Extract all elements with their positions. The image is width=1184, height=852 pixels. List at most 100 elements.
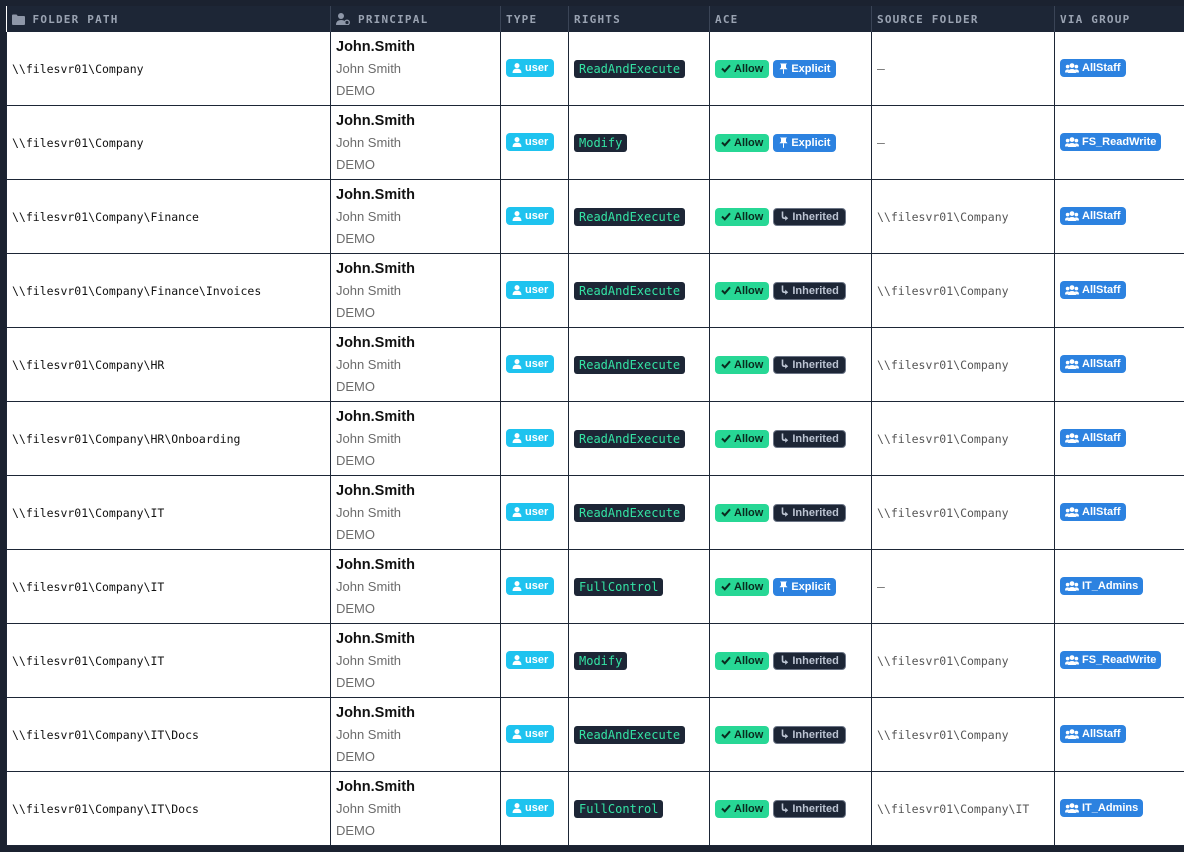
column-header-principal[interactable]: PRINCIPAL — [330, 6, 501, 32]
principal-login[interactable]: John.Smith — [336, 36, 500, 58]
group-badge[interactable]: AllStaff — [1060, 725, 1126, 744]
allow-badge: Allow — [715, 799, 770, 818]
group-label: AllStaff — [1082, 506, 1121, 519]
column-header-rights[interactable]: RIGHTS — [568, 6, 710, 32]
user-icon — [512, 285, 522, 296]
principal-domain: DEMO — [336, 600, 375, 616]
table-row[interactable]: \\filesvr01\Company\IT\Docs John.Smith J… — [6, 771, 1184, 846]
principal-cell: John.Smith John Smith DEMO — [330, 401, 501, 476]
group-badge[interactable]: AllStaff — [1060, 355, 1126, 374]
table-row[interactable]: \\filesvr01\Company\HR John.Smith John S… — [6, 327, 1184, 402]
type-cell: user — [500, 697, 569, 772]
principal-domain: DEMO — [336, 156, 375, 172]
folder-path[interactable]: \\filesvr01\Company\Finance\Invoices — [12, 284, 261, 298]
inheritance-label: Inherited — [792, 802, 839, 815]
table-row[interactable]: \\filesvr01\Company\HR\Onboarding John.S… — [6, 401, 1184, 476]
principal-login[interactable]: John.Smith — [336, 776, 500, 798]
folder-path-cell: \\filesvr01\Company — [6, 32, 331, 106]
inheritance-badge: Inherited — [773, 503, 846, 522]
group-badge[interactable]: AllStaff — [1060, 503, 1126, 522]
group-badge[interactable]: AllStaff — [1060, 429, 1126, 448]
inheritance-badge: Inherited — [773, 207, 846, 226]
group-badge[interactable]: AllStaff — [1060, 281, 1126, 300]
folder-path[interactable]: \\filesvr01\Company\Finance — [12, 210, 199, 224]
folder-path[interactable]: \\filesvr01\Company\IT\Docs — [12, 728, 199, 742]
group-badge[interactable]: FS_ReadWrite — [1060, 133, 1162, 152]
folder-path-cell: \\filesvr01\Company\IT\Docs — [6, 771, 331, 846]
user-icon — [512, 581, 522, 592]
principal-login[interactable]: John.Smith — [336, 332, 500, 354]
principal-login[interactable]: John.Smith — [336, 406, 500, 428]
type-label: user — [525, 136, 549, 149]
type-badge: user — [506, 651, 555, 670]
column-header-type[interactable]: TYPE — [500, 6, 569, 32]
folder-path[interactable]: \\filesvr01\Company — [12, 136, 144, 150]
check-icon — [721, 508, 731, 517]
folder-path[interactable]: \\filesvr01\Company\HR — [12, 358, 164, 372]
type-cell: user — [500, 32, 569, 106]
column-header-via-group[interactable]: VIA GROUP — [1054, 6, 1184, 32]
table-row[interactable]: \\filesvr01\Company\IT\Docs John.Smith J… — [6, 697, 1184, 772]
column-header-folder-path[interactable]: FOLDER PATH — [6, 6, 331, 32]
principal-login[interactable]: John.Smith — [336, 184, 500, 206]
table-row[interactable]: \\filesvr01\Company\IT John.Smith John S… — [6, 475, 1184, 550]
ace-cell: Allow Inherited — [709, 253, 872, 328]
inherit-arrow-icon — [780, 803, 789, 814]
principal-domain: DEMO — [336, 822, 375, 838]
principal-login[interactable]: John.Smith — [336, 480, 500, 502]
allow-label: Allow — [734, 432, 764, 445]
column-header-source-folder[interactable]: SOURCE FOLDER — [871, 6, 1055, 32]
column-label: VIA GROUP — [1060, 12, 1131, 26]
table-row[interactable]: \\filesvr01\Company\IT John.Smith John S… — [6, 549, 1184, 624]
group-label: FS_ReadWrite — [1082, 136, 1157, 149]
principal-login[interactable]: John.Smith — [336, 702, 500, 724]
group-badge[interactable]: FS_ReadWrite — [1060, 651, 1162, 670]
principal-login[interactable]: John.Smith — [336, 554, 500, 576]
inherit-arrow-icon — [780, 211, 789, 222]
users-icon — [1065, 137, 1079, 148]
check-icon — [721, 656, 731, 665]
column-header-ace[interactable]: ACE — [709, 6, 872, 32]
folder-path[interactable]: \\filesvr01\Company\IT\Docs — [12, 802, 199, 816]
folder-path[interactable]: \\filesvr01\Company\IT — [12, 506, 164, 520]
allow-badge: Allow — [715, 207, 770, 226]
rights-badge: Modify — [574, 133, 628, 152]
users-icon — [1065, 359, 1079, 370]
source-folder-cell: \\filesvr01\Company — [871, 179, 1055, 254]
allow-label: Allow — [734, 284, 764, 297]
type-badge: user — [506, 429, 555, 448]
folder-path[interactable]: \\filesvr01\Company\IT — [12, 654, 164, 668]
principal-domain: DEMO — [336, 304, 375, 320]
table-row[interactable]: \\filesvr01\Company\Finance\Invoices Joh… — [6, 253, 1184, 328]
folder-path[interactable]: \\filesvr01\Company — [12, 62, 144, 76]
table-row[interactable]: \\filesvr01\Company John.Smith John Smit… — [6, 32, 1184, 106]
rights-badge: ReadAndExecute — [574, 725, 686, 744]
check-icon — [721, 582, 731, 591]
principal-login[interactable]: John.Smith — [336, 628, 500, 650]
type-cell: user — [500, 771, 569, 846]
principal-login[interactable]: John.Smith — [336, 258, 500, 280]
source-folder: \\filesvr01\Company — [877, 357, 1009, 372]
rights-badge: ReadAndExecute — [574, 281, 686, 300]
group-label: AllStaff — [1082, 284, 1121, 297]
inheritance-label: Inherited — [792, 432, 839, 445]
column-label: ACE — [715, 12, 739, 26]
column-label: PRINCIPAL — [358, 12, 429, 26]
folder-path-cell: \\filesvr01\Company\IT\Docs — [6, 697, 331, 772]
folder-path[interactable]: \\filesvr01\Company\HR\Onboarding — [12, 432, 240, 446]
inheritance-label: Explicit — [791, 62, 831, 75]
table-row[interactable]: \\filesvr01\Company\IT John.Smith John S… — [6, 623, 1184, 698]
folder-path[interactable]: \\filesvr01\Company\IT — [12, 580, 164, 594]
group-label: AllStaff — [1082, 728, 1121, 741]
type-cell: user — [500, 179, 569, 254]
group-badge[interactable]: IT_Admins — [1060, 577, 1144, 596]
table-row[interactable]: \\filesvr01\Company\Finance John.Smith J… — [6, 179, 1184, 254]
group-badge[interactable]: IT_Admins — [1060, 799, 1144, 818]
rights-cell: ReadAndExecute — [568, 327, 710, 402]
group-badge[interactable]: AllStaff — [1060, 207, 1126, 226]
table-row[interactable]: \\filesvr01\Company John.Smith John Smit… — [6, 105, 1184, 180]
principal-cell: John.Smith John Smith DEMO — [330, 105, 501, 180]
group-badge[interactable]: AllStaff — [1060, 59, 1126, 78]
type-badge: user — [506, 133, 555, 152]
principal-login[interactable]: John.Smith — [336, 110, 500, 132]
